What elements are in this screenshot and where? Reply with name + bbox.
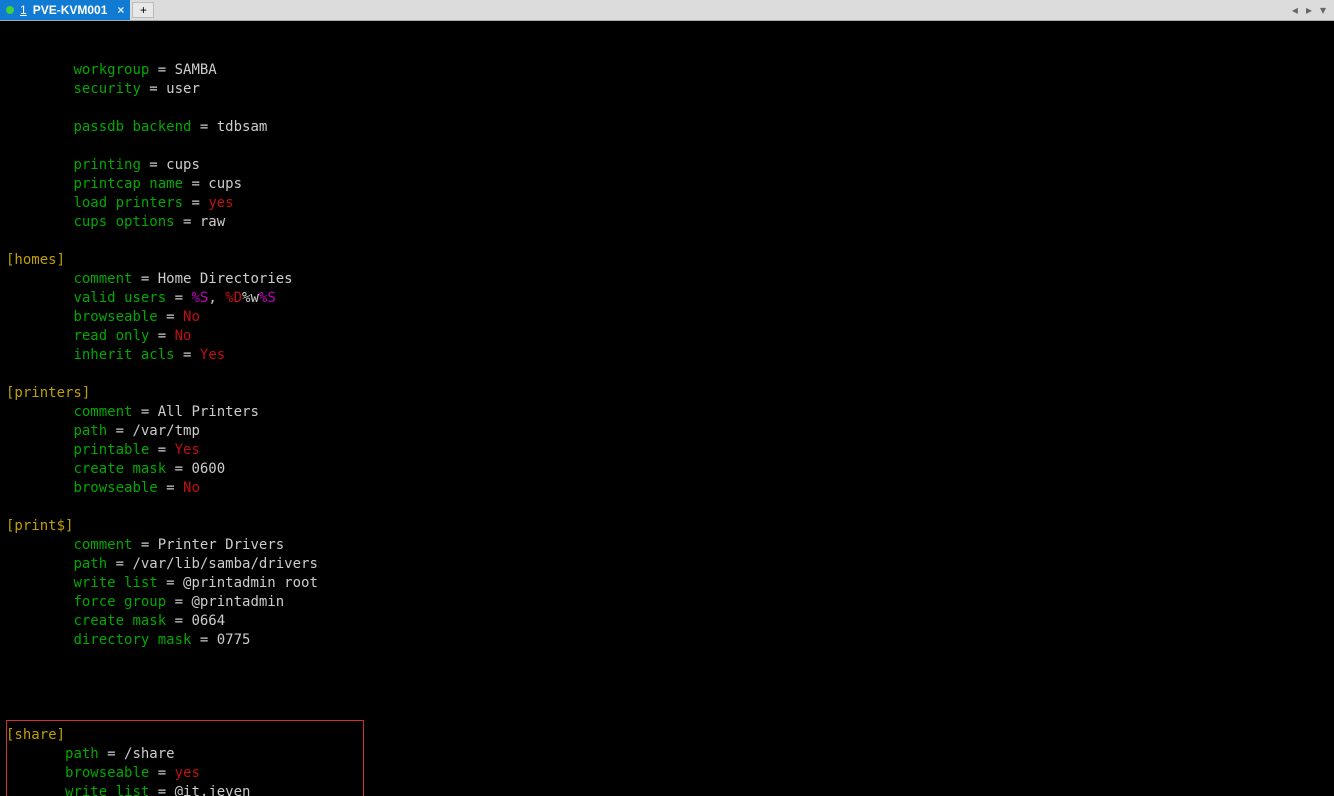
prev-tab-icon[interactable]: ◂: [1292, 3, 1298, 17]
terminal-line: workgroup = SAMBA: [6, 61, 1328, 80]
terminal-line: write list = @printadmin root: [6, 574, 1328, 593]
terminal-line: passdb backend = tdbsam: [6, 118, 1328, 137]
connection-status-icon: [6, 6, 14, 14]
terminal-line: read only = No: [6, 327, 1328, 346]
terminal-line: cups options = raw: [6, 213, 1328, 232]
terminal-line: comment = All Printers: [6, 403, 1328, 422]
terminal-line: path = /var/tmp: [6, 422, 1328, 441]
close-icon[interactable]: ×: [117, 3, 124, 17]
terminal-line: comment = Home Directories: [6, 270, 1328, 289]
terminal-line: [6, 232, 1328, 251]
terminal-line: load printers = yes: [6, 194, 1328, 213]
terminal-line: create mask = 0600: [6, 460, 1328, 479]
terminal-line: printing = cups: [6, 156, 1328, 175]
terminal-line: path = /var/lib/samba/drivers: [6, 555, 1328, 574]
terminal-line: printable = Yes: [6, 441, 1328, 460]
terminal-line: write list = @it,jeven: [6, 783, 1328, 796]
tab-menu-icon[interactable]: ▾: [1320, 3, 1326, 17]
terminal-line: [6, 688, 1328, 707]
terminal-line: force group = @printadmin: [6, 593, 1328, 612]
terminal-line: browseable = No: [6, 479, 1328, 498]
terminal-line: directory mask = 0775: [6, 631, 1328, 650]
terminal-line: [printers]: [6, 384, 1328, 403]
terminal-line: [share]: [6, 726, 1328, 745]
terminal[interactable]: workgroup = SAMBA security = user passdb…: [0, 21, 1334, 796]
terminal-line: [print$]: [6, 517, 1328, 536]
terminal-line: [6, 137, 1328, 156]
new-tab-button[interactable]: +: [132, 2, 154, 18]
next-tab-icon[interactable]: ▸: [1306, 3, 1312, 17]
terminal-line: path = /share: [6, 745, 1328, 764]
tab-bar-controls: ◂ ▸ ▾: [1292, 0, 1334, 20]
tab-title: PVE-KVM001: [33, 3, 108, 17]
terminal-content: workgroup = SAMBA security = user passdb…: [6, 61, 1328, 796]
terminal-line: [6, 498, 1328, 517]
terminal-line: inherit acls = Yes: [6, 346, 1328, 365]
terminal-line: browseable = No: [6, 308, 1328, 327]
terminal-line: [6, 365, 1328, 384]
tab-index: 1: [20, 3, 27, 17]
terminal-line: [homes]: [6, 251, 1328, 270]
terminal-line: [6, 669, 1328, 688]
terminal-line: [6, 707, 1328, 726]
tab-active[interactable]: 1 PVE-KVM001 ×: [0, 0, 130, 20]
terminal-line: valid users = %S, %D%w%S: [6, 289, 1328, 308]
terminal-line: [6, 99, 1328, 118]
terminal-line: [6, 650, 1328, 669]
terminal-line: comment = Printer Drivers: [6, 536, 1328, 555]
terminal-line: security = user: [6, 80, 1328, 99]
app-window: 1 PVE-KVM001 × + ◂ ▸ ▾ workgroup = SAMBA…: [0, 0, 1334, 796]
tab-bar: 1 PVE-KVM001 × + ◂ ▸ ▾: [0, 0, 1334, 21]
terminal-line: printcap name = cups: [6, 175, 1328, 194]
terminal-line: browseable = yes: [6, 764, 1328, 783]
terminal-line: create mask = 0664: [6, 612, 1328, 631]
